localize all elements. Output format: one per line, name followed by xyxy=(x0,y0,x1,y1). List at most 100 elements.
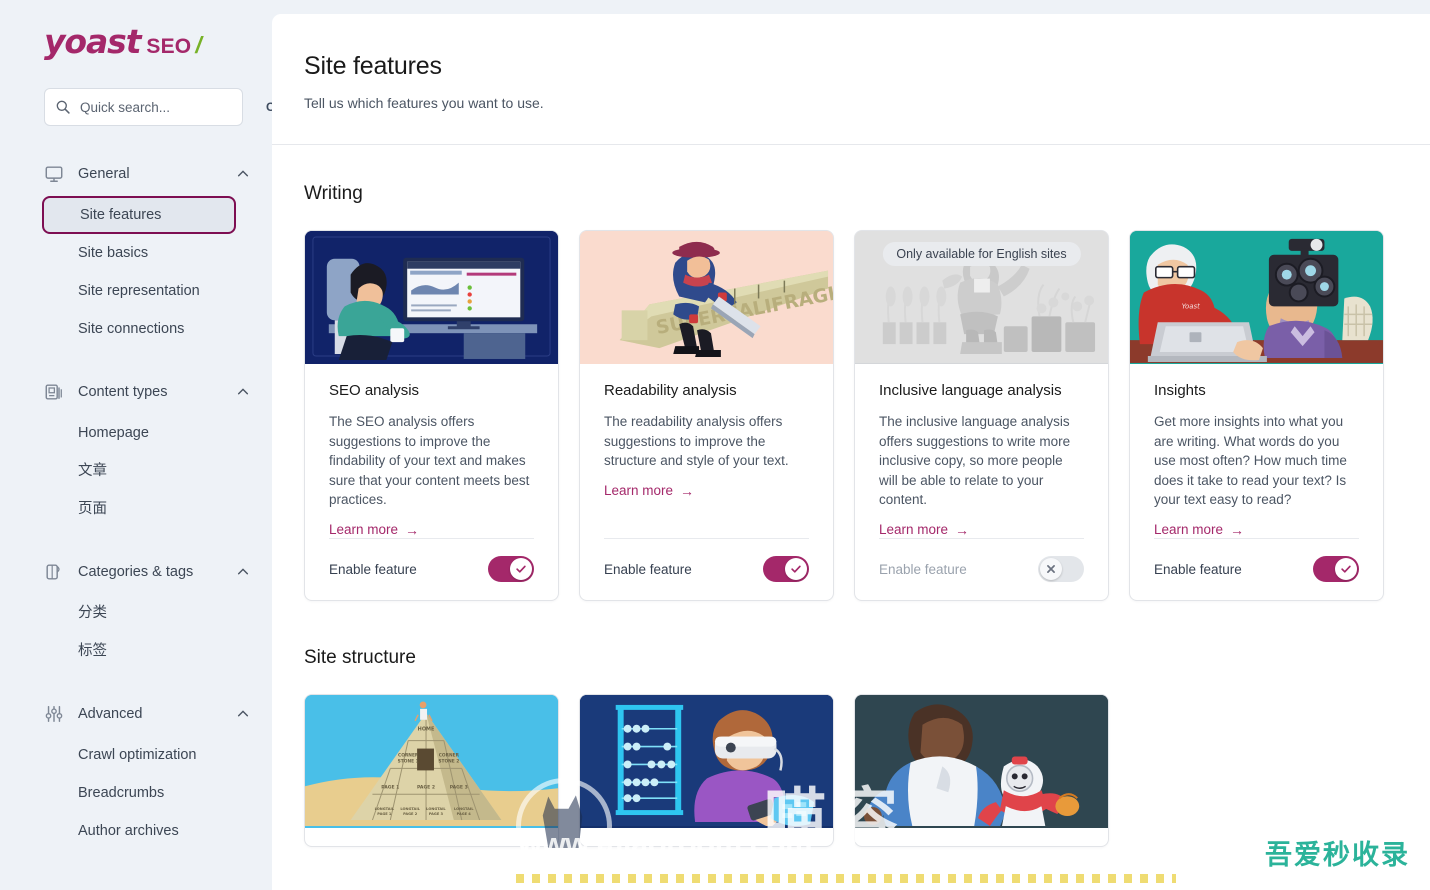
svg-text:LONGTAIL: LONGTAIL xyxy=(426,807,446,811)
card-illustration xyxy=(305,231,558,364)
brand-logo[interactable]: yoast SEO / xyxy=(0,0,272,74)
sidebar-item-categories[interactable]: 分类 xyxy=(44,594,250,632)
writing-cards: SEO analysis The SEO analysis offers sug… xyxy=(272,205,1430,601)
enable-feature-label: Enable feature xyxy=(604,561,692,577)
nav-group-label: Advanced xyxy=(78,706,143,722)
quick-search[interactable]: CtrlK xyxy=(44,88,272,126)
nav-group-label: General xyxy=(78,166,130,182)
sidebar-item-site-basics[interactable]: Site basics xyxy=(44,234,250,272)
learn-more-label: Learn more xyxy=(1154,522,1224,537)
nav-group-header-content-types[interactable]: Content types xyxy=(44,374,250,410)
brand-product: SEO xyxy=(146,35,192,58)
svg-text:PAGE 1: PAGE 1 xyxy=(381,784,399,790)
svg-text:Yoast: Yoast xyxy=(1182,302,1201,310)
learn-more-label: Learn more xyxy=(604,483,674,498)
learn-more-link[interactable]: Learn more → xyxy=(329,522,419,538)
card-body: Readability analysis The readability ana… xyxy=(580,364,833,538)
card-illustration xyxy=(580,694,833,828)
page-header: Site features Tell us which features you… xyxy=(272,14,1430,111)
page-subtitle: Tell us which features you want to use. xyxy=(304,95,544,111)
nav-group-header-advanced[interactable]: Advanced xyxy=(44,696,250,732)
chevron-up-icon xyxy=(237,710,249,717)
card-illustration: Yoast xyxy=(1130,231,1383,364)
card-footer: Enable feature xyxy=(604,537,809,600)
svg-text:PAGE 4: PAGE 4 xyxy=(457,812,472,816)
svg-text:PAGE 1: PAGE 1 xyxy=(377,812,392,816)
card-footer: Enable feature xyxy=(1154,537,1359,600)
sidebar-item-breadcrumbs[interactable]: Breadcrumbs xyxy=(44,774,250,812)
svg-text:PAGE 2: PAGE 2 xyxy=(403,812,418,816)
sidebar-item-crawl-optimization[interactable]: Crawl optimization xyxy=(44,736,250,774)
learn-more-link[interactable]: Learn more → xyxy=(1154,522,1244,538)
check-icon xyxy=(1341,565,1351,573)
availability-badge: Only available for English sites xyxy=(882,242,1081,266)
feature-card-readability-analysis: SUPERCALIFRAGILISTIC Readability analysi… xyxy=(579,230,834,601)
svg-text:CORNER: CORNER xyxy=(398,752,419,758)
nav-group-header-categories-tags[interactable]: Categories & tags xyxy=(44,554,250,590)
watermark-bottom-right: 吾爱秒收录 xyxy=(1265,840,1410,871)
check-icon xyxy=(791,565,801,573)
close-icon xyxy=(1047,565,1055,573)
toggle-knob xyxy=(1335,558,1357,580)
sidebar-item-posts[interactable]: 文章 xyxy=(44,452,250,490)
chevron-up-icon xyxy=(237,388,249,395)
enable-feature-toggle[interactable] xyxy=(1313,556,1359,582)
svg-text:PAGE 3: PAGE 3 xyxy=(429,812,444,816)
app-root: yoast SEO / CtrlK xyxy=(0,0,1430,890)
structure-card-breadcrumbs xyxy=(854,693,1109,847)
vr-abacus-illustration xyxy=(580,694,833,827)
sidebar-item-site-features[interactable]: Site features xyxy=(42,196,236,234)
check-icon xyxy=(516,565,526,573)
feature-card-insights: Yoast Insights Get more insights into wh… xyxy=(1129,230,1384,601)
nav-group-advanced: Advanced Crawl optimization Breadcrumbs … xyxy=(44,696,250,850)
card-title: Insights xyxy=(1154,382,1206,399)
main-content: Site features Tell us which features you… xyxy=(272,14,1430,890)
enable-feature-label: Enable feature xyxy=(1154,561,1242,577)
card-footer: Enable feature xyxy=(329,537,534,600)
enable-feature-toggle[interactable] xyxy=(1038,556,1084,582)
card-footer: Enable feature xyxy=(879,537,1084,600)
card-illustration: SUPERCALIFRAGILISTIC xyxy=(580,231,833,364)
learn-more-link[interactable]: Learn more → xyxy=(879,522,969,538)
sidebar-item-site-representation[interactable]: Site representation xyxy=(44,272,250,310)
sidebar-item-pages[interactable]: 页面 xyxy=(44,490,250,528)
nav-group-general: General Site features Site basics Site r… xyxy=(42,156,250,348)
sidebar-item-site-connections[interactable]: Site connections xyxy=(44,310,250,348)
chevron-up-icon xyxy=(237,568,249,575)
card-body xyxy=(305,828,558,846)
card-title: SEO analysis xyxy=(329,382,420,399)
sidebar-item-tags[interactable]: 标签 xyxy=(44,632,250,670)
monitor-icon xyxy=(45,166,63,182)
card-illustration: HOME CORNER STONE 1 CORNER STONE 2 PAGE … xyxy=(305,694,558,828)
svg-text:LONGTAIL: LONGTAIL xyxy=(454,807,474,811)
card-body: Insights Get more insights into what you… xyxy=(1130,364,1383,538)
svg-text:HOME: HOME xyxy=(418,726,435,732)
search-input[interactable] xyxy=(80,99,257,115)
search-icon xyxy=(56,100,70,114)
nav-group-header-general[interactable]: General xyxy=(44,156,250,192)
card-body: Inclusive language analysis The inclusiv… xyxy=(855,364,1108,538)
enable-feature-toggle[interactable] xyxy=(488,556,534,582)
enable-feature-toggle[interactable] xyxy=(763,556,809,582)
pyramid-site-structure-illustration: HOME CORNER STONE 1 CORNER STONE 2 PAGE … xyxy=(305,694,558,827)
svg-text:CORNER: CORNER xyxy=(439,752,460,758)
structure-card-cornerstone: HOME CORNER STONE 1 CORNER STONE 2 PAGE … xyxy=(304,693,559,847)
nav-group-label: Content types xyxy=(78,384,168,400)
sidebar-item-author-archives[interactable]: Author archives xyxy=(44,812,250,850)
card-illustration xyxy=(855,694,1108,828)
learn-more-link[interactable]: Learn more → xyxy=(604,483,694,499)
enable-feature-label: Enable feature xyxy=(879,561,967,577)
card-title: Readability analysis xyxy=(604,382,737,399)
sawing-long-word-illustration: SUPERCALIFRAGILISTIC xyxy=(580,231,833,363)
sidebar-item-homepage[interactable]: Homepage xyxy=(44,414,250,452)
learn-more-label: Learn more xyxy=(329,522,399,537)
nav-group-label: Categories & tags xyxy=(78,564,194,580)
structure-card-crawl xyxy=(579,693,834,847)
sidebar-nav: General Site features Site basics Site r… xyxy=(0,156,272,850)
card-illustration: Only available for English sites xyxy=(855,231,1108,364)
section-title-site-structure: Site structure xyxy=(304,646,416,668)
feature-card-seo-analysis: SEO analysis The SEO analysis offers sug… xyxy=(304,230,559,601)
content-types-icon xyxy=(45,384,62,400)
